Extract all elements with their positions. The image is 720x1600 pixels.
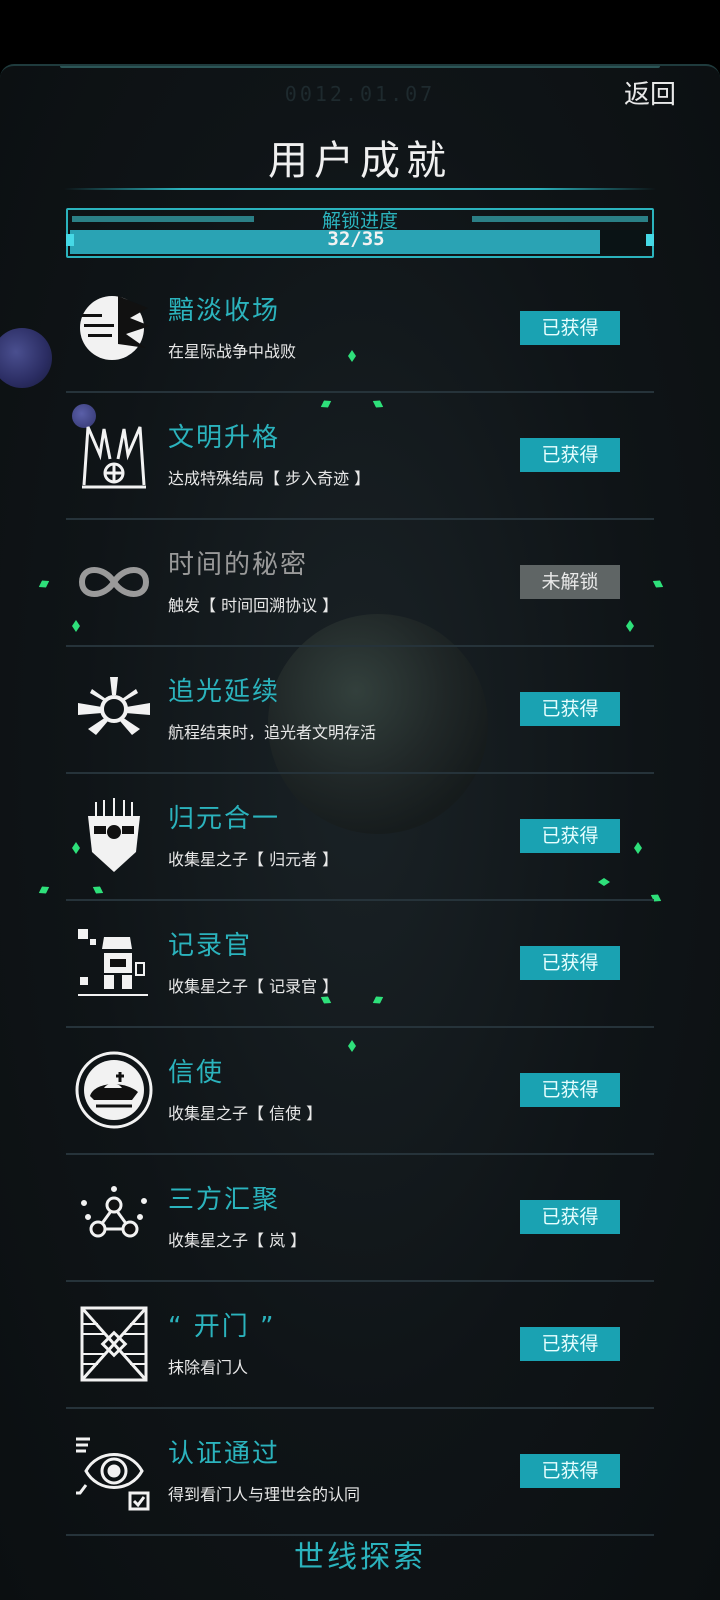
achievement-description: 抹除看门人 xyxy=(168,1358,249,1377)
status-badge: 已获得 xyxy=(520,819,620,853)
background-planet-small xyxy=(0,328,52,388)
status-badge: 已获得 xyxy=(520,1327,620,1361)
spaceship-icon xyxy=(74,1050,154,1130)
achievement-title: 黯淡收场 xyxy=(168,296,281,326)
achievement-item[interactable]: “ 开门 ” 抹除看门人 已获得 xyxy=(66,1282,654,1409)
achievement-title: 三方汇聚 xyxy=(168,1185,281,1215)
achievements-panel: 0012.01.07 返回 用户成就 解锁进度 32/35 黯淡收场 在星际战争… xyxy=(0,64,720,1600)
progress-count: 32/35 xyxy=(327,228,385,250)
achievement-title: 记录官 xyxy=(168,931,253,961)
robot-icon xyxy=(74,923,154,1003)
achievement-item[interactable]: 信使 收集星之子【 信使 】 已获得 xyxy=(66,1028,654,1155)
achievement-item[interactable]: 追光延续 航程结束时，追光者文明存活 已获得 xyxy=(66,647,654,774)
achievement-description: 航程结束时，追光者文明存活 xyxy=(168,723,377,742)
panel-top-edge xyxy=(60,66,660,68)
unlock-progress: 解锁进度 32/35 xyxy=(66,208,654,258)
progress-end-marker xyxy=(646,234,654,246)
sparkle-decoration xyxy=(37,884,51,897)
achievement-item[interactable]: 归元合一 收集星之子【 归元者 】 已获得 xyxy=(66,774,654,901)
achievement-title: 认证通过 xyxy=(168,1439,281,1469)
achievement-item[interactable]: 认证通过 得到看门人与理世会的认同 已获得 xyxy=(66,1409,654,1536)
achievement-title: 信使 xyxy=(168,1058,225,1088)
achievement-title: 归元合一 xyxy=(168,804,281,834)
winged-emblem-icon xyxy=(74,415,154,495)
achievement-description: 收集星之子【 记录官 】 xyxy=(168,977,339,996)
mask-icon xyxy=(74,796,154,876)
achievement-title: 时间的秘密 xyxy=(168,550,309,580)
infinity-icon xyxy=(74,542,154,622)
achievement-description: 在星际战争中战败 xyxy=(168,342,297,361)
achievement-description: 触发【 时间回溯协议 】 xyxy=(168,596,339,615)
radiant-ship-icon xyxy=(74,669,154,749)
achievement-item[interactable]: 记录官 收集星之子【 记录官 】 已获得 xyxy=(66,901,654,1028)
achievement-description: 收集星之子【 信使 】 xyxy=(168,1104,323,1123)
eye-verify-icon xyxy=(74,1431,154,1511)
achievement-item[interactable]: 文明升格 达成特殊结局【 步入奇迹 】 已获得 xyxy=(66,393,654,520)
achievement-item[interactable]: 黯淡收场 在星际战争中战败 已获得 xyxy=(66,266,654,393)
status-badge: 已获得 xyxy=(520,946,620,980)
achievement-item[interactable]: 三方汇聚 收集星之子【 岚 】 已获得 xyxy=(66,1155,654,1282)
achievement-item[interactable]: 时间的秘密 触发【 时间回溯协议 】 未解锁 xyxy=(66,520,654,647)
achievement-description: 收集星之子【 归元者 】 xyxy=(168,850,339,869)
achievement-title: 追光延续 xyxy=(168,677,281,707)
status-badge: 已获得 xyxy=(520,1073,620,1107)
network-people-icon xyxy=(74,1177,154,1257)
status-bar xyxy=(0,0,720,64)
achievement-description: 收集星之子【 岚 】 xyxy=(168,1231,307,1250)
broken-moon-icon xyxy=(74,288,154,368)
achievement-description: 得到看门人与理世会的认同 xyxy=(168,1485,361,1504)
status-badge: 已获得 xyxy=(520,692,620,726)
status-badge: 已获得 xyxy=(520,438,620,472)
status-badge: 已获得 xyxy=(520,311,620,345)
gate-icon xyxy=(74,1304,154,1384)
world-line-exploration-title[interactable]: 世线探索 xyxy=(0,1532,720,1576)
achievement-list: 黯淡收场 在星际战争中战败 已获得 文明升格 达成特殊结局【 步入奇迹 】 已获… xyxy=(66,266,654,1536)
achievement-title: “ 开门 ” xyxy=(168,1312,276,1342)
achievement-description: 达成特殊结局【 步入奇迹 】 xyxy=(168,469,371,488)
date-readout: 0012.01.07 xyxy=(284,82,436,106)
achievement-title: 文明升格 xyxy=(168,423,281,453)
back-button[interactable]: 返回 xyxy=(624,74,676,111)
status-badge: 未解锁 xyxy=(520,565,620,599)
status-badge: 已获得 xyxy=(520,1454,620,1488)
title-divider xyxy=(64,188,656,190)
sparkle-decoration xyxy=(37,578,51,591)
status-badge: 已获得 xyxy=(520,1200,620,1234)
page-title: 用户成就 xyxy=(268,138,452,184)
